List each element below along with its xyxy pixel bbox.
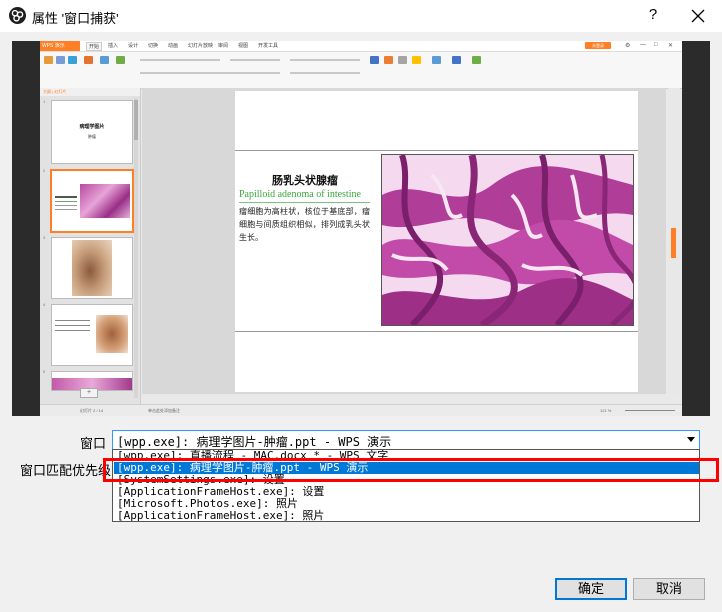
wps-brand: WPS 演示 <box>40 41 80 51</box>
wps-tab: 审阅 <box>218 43 229 49</box>
replace-icon <box>452 56 461 64</box>
thumb-number: 3 <box>43 235 46 240</box>
window-dropdown-list: [wpp.exe]: 直播流程 - MAC.docx * - WPS 文字 [w… <box>112 449 700 522</box>
slide: 肠乳头状腺瘤 Papilloid adenoma of intestine 瘤细… <box>235 91 638 392</box>
close-icon <box>691 9 705 23</box>
format-painter-icon <box>68 56 77 64</box>
thumb-scrollbar <box>134 98 138 398</box>
zoom-slider <box>625 410 675 411</box>
thumb-number: 2 <box>43 168 46 173</box>
slide-thumbnail <box>51 237 133 299</box>
wps-tab: 切换 <box>148 43 159 49</box>
wps-tab: 幻灯片放映 <box>188 43 214 49</box>
pane-tabs: 大纲 | 幻灯片 <box>40 88 140 96</box>
slide-canvas: 肠乳头状腺瘤 Papilloid adenoma of intestine 瘤细… <box>142 88 666 394</box>
slide-thumbnail <box>51 304 133 366</box>
textbox-icon <box>370 56 379 64</box>
title-bar: 属性 '窗口捕获' ? <box>0 0 722 32</box>
size-box <box>230 59 280 61</box>
reset-icon <box>116 56 125 64</box>
find-icon <box>432 56 441 64</box>
cancel-button[interactable]: 取消 <box>633 578 705 600</box>
align-row <box>290 72 360 74</box>
wps-minimize-icon: — <box>640 42 646 48</box>
thumb-number: 4 <box>43 302 46 307</box>
thumb-number: 1 <box>43 99 46 104</box>
slide-subtitle: Papilloid adenoma of intestine <box>239 189 361 200</box>
thumb-specimen-image <box>72 240 112 296</box>
thumb-text-line <box>55 209 77 210</box>
wps-settings-icon: ⚙ <box>625 43 631 49</box>
canvas-scrollbar-thumb <box>671 228 676 258</box>
thumb-text-line <box>55 330 90 331</box>
chevron-down-icon[interactable] <box>687 437 695 442</box>
wps-tab: 视图 <box>238 43 249 49</box>
wps-ribbon <box>40 52 682 89</box>
cut-icon <box>56 56 65 64</box>
thumb-image <box>80 184 130 218</box>
thumb-text-line <box>55 320 90 321</box>
quick-style-icon <box>412 56 421 64</box>
window-select-value: [wpp.exe]: 病理学图片-肿瘤.ppt - WPS 演示 <box>117 435 392 449</box>
layout-icon <box>100 56 109 64</box>
status-notes: 单击此处添加备注 <box>148 408 180 413</box>
wps-status-bar: 幻灯片 2 / 14 单击此处添加备注 121 % <box>40 404 682 416</box>
thumb-number: 5 <box>43 369 46 374</box>
help-button[interactable]: ? <box>643 6 663 23</box>
slide-rule-bottom <box>235 331 638 332</box>
thumb-text-line <box>55 325 90 326</box>
wps-maximize-icon: □ <box>654 42 658 48</box>
window-title: 属性 '窗口捕获' <box>32 11 119 26</box>
thumb-title: 病理学图片 <box>79 124 105 130</box>
thumb-text-line <box>55 205 77 206</box>
shapes-icon <box>384 56 393 64</box>
slide-rule-top <box>235 150 638 151</box>
canvas-scrollbar <box>668 88 680 394</box>
thumb-scrollbar-thumb <box>134 100 138 140</box>
close-button[interactable] <box>686 4 710 28</box>
wps-tab-home: 开始 <box>86 42 103 51</box>
window-option[interactable]: [ApplicationFrameHost.exe]: 照片 <box>114 510 699 522</box>
status-slide-count: 幻灯片 2 / 14 <box>80 408 104 413</box>
wps-presentation-window: WPS 演示 开始 插入 设计 切换 动画 幻灯片放映 审阅 视图 开发工具 未… <box>40 41 682 416</box>
obs-logo-icon <box>9 7 26 24</box>
priority-label: 窗口匹配优先级 <box>20 463 112 478</box>
slide-thumbnail: 病理学图片 肿瘤 <box>51 100 133 164</box>
select-icon <box>472 56 481 64</box>
wps-tab: 设计 <box>128 43 139 49</box>
paste-icon <box>44 56 53 64</box>
wps-titlebar: WPS 演示 开始 插入 设计 切换 动画 幻灯片放映 审阅 视图 开发工具 未… <box>40 41 682 52</box>
wps-tab: 插入 <box>108 43 119 49</box>
window-select[interactable]: [wpp.exe]: 病理学图片-肿瘤.ppt - WPS 演示 <box>112 430 700 450</box>
add-slide-button: + <box>80 388 98 398</box>
new-slide-icon <box>84 56 93 64</box>
font-box <box>140 59 220 61</box>
wps-close-icon: ✕ <box>668 43 674 49</box>
thumb-text-line <box>55 201 77 202</box>
format-row <box>140 72 280 74</box>
slide-title: 肠乳头状腺瘤 <box>272 174 338 187</box>
thumb-text-line <box>55 196 77 198</box>
slide-thumbnail-pane: 大纲 | 幻灯片 1 病理学图片 肿瘤 2 3 4 5 + <box>40 88 141 404</box>
window-label: 窗口 <box>80 436 107 451</box>
arrange-icon <box>398 56 407 64</box>
wps-tab: 开发工具 <box>258 43 279 49</box>
thumb-image <box>96 315 128 353</box>
ok-button[interactable]: 确定 <box>555 578 627 600</box>
status-zoom: 121 % <box>600 408 612 413</box>
slide-body-text: 瘤细胞为高柱状，核位于基底部，瘤细胞与间质组织相似，排列成乳头状生长。 <box>239 207 370 242</box>
micrograph-image <box>381 154 634 326</box>
capture-preview: WPS 演示 开始 插入 设计 切换 动画 幻灯片放映 审阅 视图 开发工具 未… <box>12 41 710 416</box>
subtitle-underline <box>239 202 370 203</box>
wps-login-badge: 未登录 <box>585 42 611 49</box>
paragraph-row <box>290 59 360 61</box>
slide-thumbnail-selected <box>51 170 133 232</box>
thumb-subtitle: 肿瘤 <box>88 134 96 139</box>
wps-tab: 动画 <box>168 43 179 49</box>
